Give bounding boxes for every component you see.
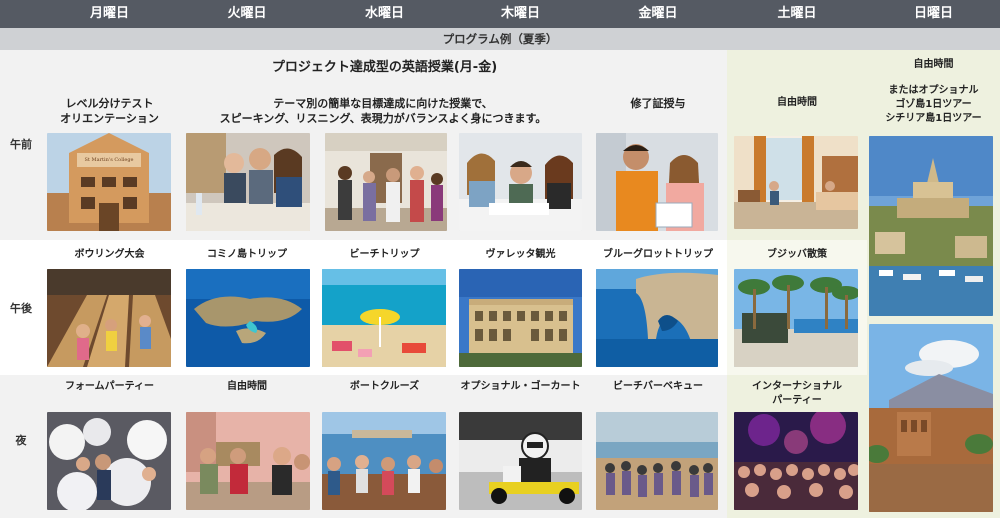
dorm-room-photo xyxy=(734,136,858,229)
classroom-students-photo xyxy=(186,133,310,231)
boat-cruise-photo xyxy=(322,412,446,510)
tue-afternoon-label: コミノ島トリップ xyxy=(207,249,287,260)
sat-afternoon-label: ブジッバ散策 xyxy=(767,249,827,260)
day-wednesday: 水曜日 xyxy=(364,6,404,21)
mon-morning-line1: レベル分けテスト xyxy=(65,97,154,110)
mon-afternoon-label: ボウリング大会 xyxy=(74,249,145,260)
beach-bbq-photo xyxy=(596,412,718,510)
english-class-banner: プロジェクト達成型の英語授業(月-金) xyxy=(271,60,498,75)
sun-label-line1: 自由時間 xyxy=(913,59,954,70)
wed-afternoon-label: ビーチトリップ xyxy=(349,249,420,260)
program-subtitle: プログラム例（夏季） xyxy=(0,28,1000,50)
sat-evening-line1: インターナショナル xyxy=(752,381,842,392)
day-sunday: 日曜日 xyxy=(913,6,953,21)
bugibba-promenade-photo xyxy=(734,269,858,367)
fri-afternoon-label: ブルーグロットトリップ xyxy=(603,249,713,260)
period-afternoon: 午後 xyxy=(10,302,32,315)
gozo-citadel-photo xyxy=(869,136,993,316)
free-time-friends-photo xyxy=(186,412,310,510)
period-evening: 夜 xyxy=(15,434,27,447)
day-friday: 金曜日 xyxy=(638,6,678,21)
fri-morning-label: 修了証授与 xyxy=(630,97,686,110)
blue-grotto-photo xyxy=(596,269,718,367)
valletta-building-photo xyxy=(459,269,582,367)
college-sign-text: St Martin's College xyxy=(84,157,133,163)
college-building-photo: St Martin's College xyxy=(47,133,171,231)
thu-evening-label: オプショナル・ゴーカート xyxy=(460,381,581,392)
sun-label-line2: またはオプショナル xyxy=(888,85,979,96)
tue-evening-label: 自由時間 xyxy=(227,381,267,392)
class-description-line2: スピーキング、リスニング、表現力がバランスよく身につきます。 xyxy=(219,112,547,125)
day-saturday: 土曜日 xyxy=(777,6,817,21)
beach-trip-photo xyxy=(322,269,446,367)
sat-morning-label: 自由時間 xyxy=(777,97,817,108)
period-morning: 午前 xyxy=(10,138,32,151)
day-thursday: 木曜日 xyxy=(500,6,540,21)
comino-island-photo xyxy=(186,269,310,367)
mon-evening-label: フォームパーティー xyxy=(64,381,155,392)
bowling-alley-photo xyxy=(47,269,171,367)
class-description-line1: テーマ別の簡単な目標達成に向けた授業で、 xyxy=(273,97,493,110)
study-group-photo xyxy=(459,133,582,231)
thu-afternoon-label: ヴァレッタ観光 xyxy=(485,249,556,260)
fri-evening-label: ビーチバーベキュー xyxy=(613,381,703,392)
day-tuesday: 火曜日 xyxy=(227,6,267,21)
wed-evening-label: ボートクルーズ xyxy=(349,381,420,392)
foam-party-photo xyxy=(47,412,171,510)
mon-morning-line2: オリエンテーション xyxy=(60,112,159,125)
sat-evening-line2: パーティー xyxy=(772,395,822,406)
sun-label-line3: ゴゾ島1日ツアー xyxy=(895,99,972,110)
day-monday: 月曜日 xyxy=(89,6,129,21)
go-kart-photo xyxy=(459,412,582,510)
sun-label-line4: シチリア島1日ツアー xyxy=(885,113,982,124)
international-party-photo xyxy=(734,412,858,510)
certificate-award-photo xyxy=(596,133,718,231)
school-hallway-photo xyxy=(325,133,447,231)
sicily-theatre-photo xyxy=(869,324,993,512)
